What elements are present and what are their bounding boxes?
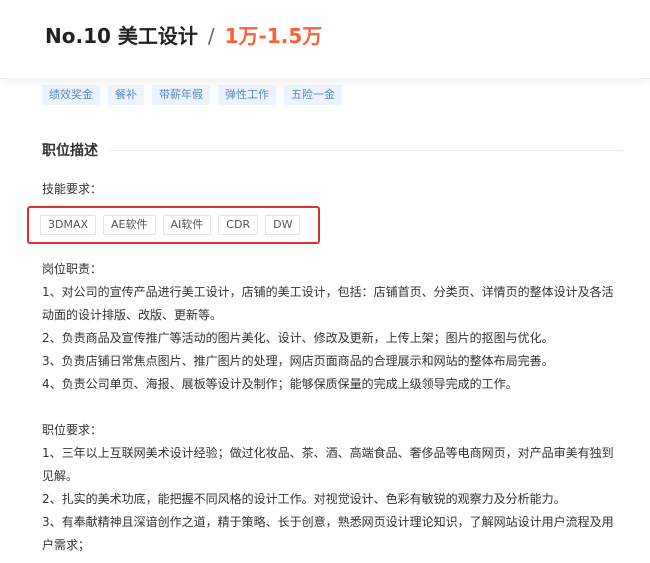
benefit-tags: 绩效奖金 餐补 带薪年假 弹性工作 五险一金 [42,85,342,105]
benefit-tag: 绩效奖金 [42,85,100,105]
skill-tag: 3DMAX [40,215,97,235]
skill-tags: 3DMAX AE软件 AI软件 CDR DW [40,215,301,235]
job-header: No.10 美工设计 / 1万-1.5万 [0,0,650,79]
salary: 1万-1.5万 [224,24,323,48]
title-separator: / [207,24,215,48]
section-title: 职位描述 [42,143,98,159]
requirements-title: 职位要求： [42,423,103,437]
benefit-tag: 餐补 [108,85,144,105]
skill-tag: AE软件 [103,215,156,235]
duties-title: 岗位职责： [42,262,103,276]
benefit-tag: 五险一金 [284,85,342,105]
skill-tag: AI软件 [162,215,212,235]
duty-item: 1、对公司的宣传产品进行美工设计，店铺的美工设计，包括：店铺首页、分类页、详情页… [42,285,614,322]
requirement-item: 1、三年以上互联网美术设计经验；做过化妆品、茶、酒、高端食品、奢侈品等电商网页，… [42,446,614,483]
benefit-tag: 弹性工作 [218,85,276,105]
duty-item: 3、负责店铺日常焦点图片、推广图片的处理，网店页面商品的合理展示和网站的整体布局… [42,354,554,368]
duty-item: 4、负责公司单页、海报、展板等设计及制作；能够保质保量的完成上级领导完成的工作。 [42,377,518,391]
requirement-item: 3、有奉献精神且深谙创作之道，精于策略、长于创意，熟悉网页设计理论知识，了解网站… [42,515,614,552]
job-title: No.10 美工设计 [45,24,198,48]
section-divider [110,149,622,151]
section-header: 职位描述 [42,140,622,160]
title-row: No.10 美工设计 / 1万-1.5万 [45,20,322,49]
skill-tag: DW [265,215,301,235]
skill-tag: CDR [218,215,259,235]
benefit-tag: 带薪年假 [152,85,210,105]
job-description: 岗位职责： 1、对公司的宣传产品进行美工设计，店铺的美工设计，包括：店铺首页、分… [42,258,617,557]
skills-label: 技能要求： [42,182,103,196]
duty-item: 2、负责商品及宣传推广等活动的图片美化、设计、修改及更新，上传上架；图片的抠图与… [42,331,554,345]
requirement-item: 2、扎实的美术功底，能把握不同风格的设计工作。对视觉设计、色彩有敏锐的观察力及分… [42,492,566,506]
